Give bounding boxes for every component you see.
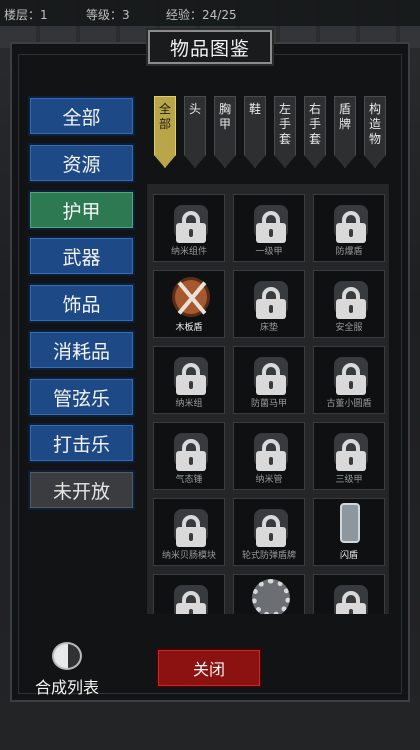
- lock-icon: [256, 211, 286, 243]
- status-bar: 楼层：1 等级：3 经验：24/25: [0, 0, 420, 26]
- item-name: 床垫: [259, 323, 278, 333]
- filter-tab-0[interactable]: 全部: [154, 96, 176, 168]
- filter-tab-label: 构造物: [368, 102, 381, 146]
- category-button-1[interactable]: 资源: [28, 143, 135, 183]
- item-name: 三级甲: [335, 475, 363, 485]
- lock-icon: [256, 439, 286, 471]
- item-cell[interactable]: 防菌马甲: [233, 346, 305, 414]
- filter-tab-1[interactable]: 头: [184, 96, 206, 168]
- close-button[interactable]: 关闭: [156, 648, 262, 688]
- item-cell[interactable]: 气态锤: [153, 422, 225, 490]
- item-cell[interactable]: [233, 574, 305, 614]
- item-grid[interactable]: 纳米组件 一级甲 防爆盾木板盾 床垫 安全服纳米组 防菌马甲 古董小圆盾气态锤 纳米管 三级甲纳…: [147, 184, 389, 614]
- item-cell[interactable]: 纳米组件: [153, 194, 225, 262]
- item-name: 纳米组件: [170, 247, 207, 257]
- category-button-4[interactable]: 饰品: [28, 283, 135, 323]
- item-cell[interactable]: 闪盾: [313, 498, 385, 566]
- item-name: 纳米管: [255, 475, 283, 485]
- lock-icon: [176, 363, 206, 395]
- filter-tab-label: 全部: [158, 102, 171, 131]
- item-name: 气态锤: [175, 475, 203, 485]
- item-name: 纳米组: [175, 399, 203, 409]
- category-button-8[interactable]: 未开放: [28, 470, 135, 510]
- item-cell[interactable]: 木板盾: [153, 270, 225, 338]
- filter-tab-label: 胸甲: [218, 102, 231, 131]
- category-button-6[interactable]: 管弦乐: [28, 377, 135, 417]
- filter-tab-label: 盾牌: [338, 102, 351, 131]
- item-name: 轮式防弹盾牌: [241, 551, 296, 561]
- category-button-2[interactable]: 护甲: [28, 190, 135, 230]
- lock-icon: [336, 363, 366, 395]
- category-button-3[interactable]: 武器: [28, 236, 135, 276]
- category-button-7[interactable]: 打击乐: [28, 423, 135, 463]
- item-name: 一级甲: [255, 247, 283, 257]
- item-cell[interactable]: 纳米组: [153, 346, 225, 414]
- lock-icon: [176, 515, 206, 547]
- item-cell[interactable]: 三级甲: [313, 422, 385, 490]
- item-name: 安全服: [335, 323, 363, 333]
- item-cell[interactable]: 安全服: [313, 270, 385, 338]
- item-cell[interactable]: 床垫: [233, 270, 305, 338]
- filter-tab-7[interactable]: 构造物: [364, 96, 386, 168]
- lock-icon: [336, 287, 366, 319]
- filter-tab-label: 头: [188, 102, 201, 116]
- lock-icon: [256, 363, 286, 395]
- item-cell[interactable]: [153, 574, 225, 614]
- item-cell[interactable]: 防爆盾: [313, 194, 385, 262]
- filter-tab-label: 右手套: [308, 102, 321, 146]
- exp-indicator: 经验：24/25: [166, 8, 237, 22]
- item-cell[interactable]: 纳米贝肠模块: [153, 498, 225, 566]
- level-indicator: 等级：3: [86, 8, 130, 22]
- lock-icon: [256, 515, 286, 547]
- filter-tab-label: 鞋: [248, 102, 261, 116]
- riot-shield-icon: [340, 503, 360, 543]
- lock-icon: [336, 439, 366, 471]
- title-plate: 物品图鉴: [146, 28, 274, 66]
- category-button-0[interactable]: 全部: [28, 96, 135, 136]
- item-cell[interactable]: 轮式防弹盾牌: [233, 498, 305, 566]
- item-cell[interactable]: [313, 574, 385, 614]
- lock-icon: [176, 211, 206, 243]
- filter-tab-3[interactable]: 鞋: [244, 96, 266, 168]
- lock-icon: [176, 591, 206, 614]
- filter-tab-6[interactable]: 盾牌: [334, 96, 356, 168]
- filter-tab-label: 左手套: [278, 102, 291, 146]
- lock-icon: [176, 439, 206, 471]
- page-title: 物品图鉴: [169, 37, 250, 60]
- lock-icon: [336, 211, 366, 243]
- item-name: 纳米贝肠模块: [161, 551, 216, 561]
- wooden-shield-icon: [172, 277, 210, 317]
- item-cell[interactable]: 古董小圆盾: [313, 346, 385, 414]
- item-cell[interactable]: 一级甲: [233, 194, 305, 262]
- craft-list-label: 合成列表: [34, 678, 99, 697]
- gear-icon: [252, 579, 290, 614]
- item-name: 闪盾: [339, 551, 358, 561]
- filter-tab-4[interactable]: 左手套: [274, 96, 296, 168]
- lock-icon: [336, 591, 366, 614]
- yin-yang-icon: [52, 642, 82, 670]
- item-cell[interactable]: 纳米管: [233, 422, 305, 490]
- item-name: 古董小圆盾: [326, 399, 372, 409]
- item-name: 木板盾: [175, 323, 203, 333]
- item-name: 防菌马甲: [250, 399, 287, 409]
- craft-list-button[interactable]: 合成列表: [30, 642, 104, 698]
- filter-tab-2[interactable]: 胸甲: [214, 96, 236, 168]
- lock-icon: [256, 287, 286, 319]
- floor-indicator: 楼层：1: [4, 8, 48, 22]
- filter-tab-5[interactable]: 右手套: [304, 96, 326, 168]
- item-name: 防爆盾: [335, 247, 363, 257]
- category-button-5[interactable]: 消耗品: [28, 330, 135, 370]
